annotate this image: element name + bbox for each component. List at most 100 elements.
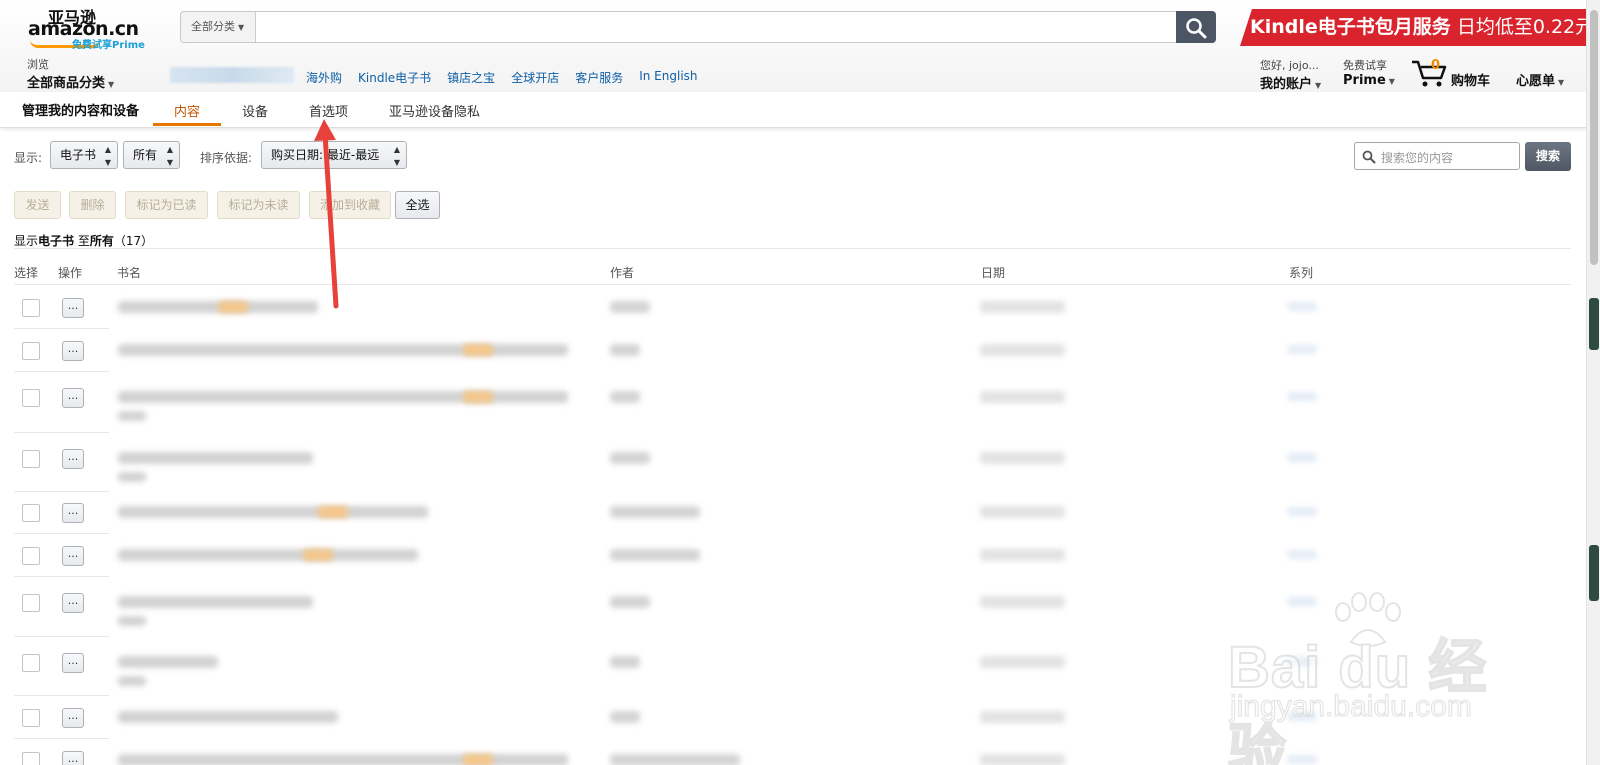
row-actions-button[interactable]: ... — [62, 503, 84, 523]
search-category-dropdown[interactable]: 全部分类 ▼ — [181, 12, 256, 42]
row-actions-button[interactable]: ... — [62, 708, 84, 728]
prime-menu[interactable]: 免费试享 Prime ▼ — [1343, 57, 1395, 88]
mark-unread-button[interactable]: 标记为未读 — [217, 191, 300, 219]
column-series[interactable]: 系列 — [1289, 264, 1313, 281]
tab-devices[interactable]: 设备 — [242, 101, 268, 120]
tab-preferences[interactable]: 首选项 — [309, 101, 348, 120]
blurred-author — [610, 391, 640, 403]
active-tab-underline — [153, 123, 221, 126]
logo-prime-text[interactable]: 免费试享Prime — [72, 36, 145, 51]
nav-link-global-selling[interactable]: 全球开店 — [511, 69, 559, 86]
row-actions-button[interactable]: ... — [62, 546, 84, 566]
column-date[interactable]: 日期 — [981, 264, 1005, 281]
row-actions-button[interactable]: ... — [62, 388, 84, 408]
row-actions-button[interactable]: ... — [62, 449, 84, 469]
sort-select[interactable]: 购买日期: 最近-最远 ▲ ▼ — [261, 141, 407, 169]
row-checkbox[interactable] — [22, 594, 40, 612]
blurred-title-highlight — [463, 754, 493, 765]
caret-down-icon: ▼ — [1388, 77, 1395, 86]
nav-links: 海外购 Kindle电子书 镇店之宝 全球开店 客户服务 In English — [306, 69, 698, 86]
row-checkbox[interactable] — [22, 547, 40, 565]
content-type-select[interactable]: 电子书 ▲ ▼ — [50, 141, 118, 169]
vertical-scrollbar[interactable] — [1586, 0, 1600, 765]
banner-kindle-text: Kindle电子书包月服务 — [1250, 16, 1451, 38]
content-subnav: 管理我的内容和设备 内容 设备 首选项 亚马逊设备隐私 — [0, 92, 1600, 128]
subnav-title[interactable]: 管理我的内容和设备 — [22, 100, 139, 119]
nav-link-kindle[interactable]: Kindle电子书 — [358, 69, 431, 86]
prime-label: Prime — [1343, 73, 1386, 88]
blurred-title-highlight — [218, 301, 248, 313]
blurred-date — [980, 656, 1065, 668]
account-menu[interactable]: 您好, jojo... 我的账户 ▼ — [1260, 57, 1321, 92]
table-row[interactable]: ... — [14, 534, 1571, 577]
table-row[interactable]: ... — [14, 433, 1571, 492]
blurred-title-highlight — [318, 506, 348, 518]
blurred-date — [980, 754, 1065, 765]
table-row[interactable]: ... — [14, 329, 1571, 372]
blurred-title — [118, 506, 428, 518]
row-checkbox[interactable] — [22, 654, 40, 672]
browse-categories[interactable]: 浏览 全部商品分类 ▼ — [27, 56, 114, 91]
cart-label: 购物车 — [1451, 74, 1491, 89]
column-actions: 操作 — [58, 266, 83, 280]
column-title[interactable]: 书名 — [117, 264, 141, 281]
search-submit-button[interactable] — [1176, 11, 1216, 43]
row-actions-button[interactable]: ... — [62, 341, 84, 361]
watermark-url: jingyan.baidu.com — [1229, 689, 1472, 723]
updown-arrows-icon: ▲ ▼ — [104, 145, 111, 167]
row-checkbox[interactable] — [22, 450, 40, 468]
tab-device-privacy[interactable]: 亚马逊设备隐私 — [389, 101, 480, 120]
cart-link[interactable]: 0 购物车 — [1411, 58, 1501, 89]
scrollbar-thumb[interactable] — [1590, 10, 1598, 265]
scope-select[interactable]: 所有 ▲ ▼ — [123, 141, 180, 169]
select-all-button[interactable]: 全选 — [395, 191, 440, 219]
blurred-date — [980, 301, 1065, 313]
content-search-input[interactable]: 搜索您的内容 — [1354, 142, 1520, 170]
send-button[interactable]: 发送 — [14, 191, 61, 219]
mark-read-button[interactable]: 标记为已读 — [125, 191, 208, 219]
row-checkbox[interactable] — [22, 504, 40, 522]
blurred-date — [980, 344, 1065, 356]
tab-content[interactable]: 内容 — [174, 101, 200, 120]
blurred-title-line2 — [118, 411, 146, 421]
nav-link-english[interactable]: In English — [639, 69, 697, 86]
divider — [14, 284, 1571, 285]
wishlist-menu[interactable]: 心愿单 ▼ — [1516, 70, 1564, 89]
blurred-title — [118, 549, 418, 561]
kindle-promo-banner[interactable]: Kindle电子书包月服务 日均低至0.22元 — [1240, 9, 1586, 46]
row-actions-button[interactable]: ... — [62, 653, 84, 673]
row-checkbox[interactable] — [22, 389, 40, 407]
nav-link-haiwaigou[interactable]: 海外购 — [306, 69, 342, 86]
summary-middle: 至 — [74, 234, 90, 248]
blurred-author — [610, 301, 650, 313]
row-checkbox[interactable] — [22, 709, 40, 727]
blurred-title — [118, 391, 568, 403]
scrollbar-marker — [1589, 298, 1599, 350]
column-author[interactable]: 作者 — [610, 264, 634, 281]
blurred-location-link[interactable] — [170, 67, 294, 83]
row-checkbox[interactable] — [22, 342, 40, 360]
search-input[interactable] — [257, 12, 1175, 42]
blurred-author — [610, 452, 650, 464]
row-actions-button[interactable]: ... — [62, 751, 84, 765]
row-actions-button[interactable]: ... — [62, 298, 84, 318]
content-search-button[interactable]: 搜索 — [1525, 142, 1571, 171]
search-icon — [1362, 150, 1376, 164]
amazon-logo[interactable]: 亚马逊 amazon.cn 免费试享Prime — [28, 4, 148, 52]
nav-link-customer-service[interactable]: 客户服务 — [575, 69, 623, 86]
cart-count: 0 — [1431, 58, 1441, 73]
row-checkbox[interactable] — [22, 299, 40, 317]
table-row[interactable]: ... — [14, 492, 1571, 534]
nav-link-deals[interactable]: 镇店之宝 — [447, 69, 495, 86]
table-row[interactable]: ... — [14, 286, 1571, 329]
add-to-collection-button[interactable]: 添加到收藏 — [309, 191, 391, 219]
table-row[interactable]: ... — [14, 372, 1571, 433]
blurred-title-highlight — [463, 344, 493, 356]
updown-arrows-icon: ▲ ▼ — [166, 145, 173, 167]
row-checkbox[interactable] — [22, 752, 40, 765]
sort-label: 排序依据: — [200, 151, 253, 165]
row-actions-button[interactable]: ... — [62, 593, 84, 613]
blurred-author — [610, 711, 640, 723]
delete-button[interactable]: 删除 — [69, 191, 116, 219]
summary-scope: 所有 — [89, 234, 114, 248]
